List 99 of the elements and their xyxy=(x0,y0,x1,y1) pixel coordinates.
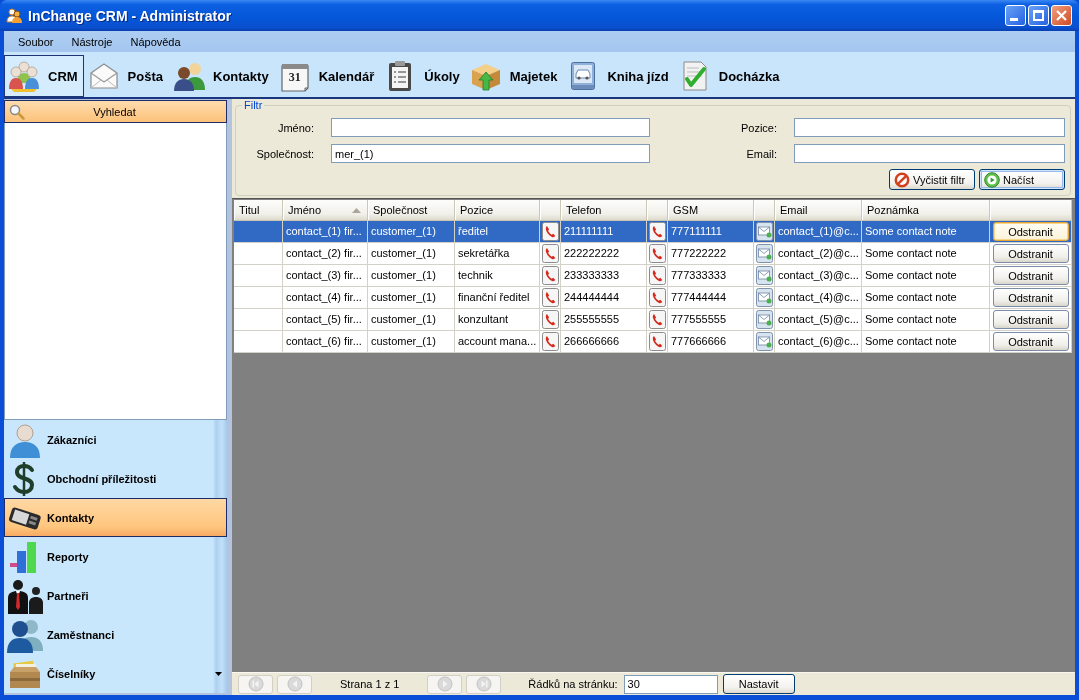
businessmen-icon xyxy=(7,577,43,614)
minimize-button[interactable] xyxy=(1005,5,1026,26)
person-icon xyxy=(7,421,43,458)
apply-button[interactable]: Nastavit xyxy=(722,674,795,694)
table-cell: Some contact note xyxy=(862,331,990,353)
phone-icon[interactable] xyxy=(541,222,559,241)
nav-item[interactable]: Číselníky xyxy=(4,654,227,693)
delete-button[interactable]: Odstranit xyxy=(992,332,1069,351)
skip-forward-icon xyxy=(475,676,492,692)
envelope-icon[interactable] xyxy=(755,222,773,241)
delete-button[interactable]: Odstranit xyxy=(992,288,1069,307)
table-row[interactable]: contact_(1) fir... customer_(1) ředitel 211111111 777111111 contact_(1)@c... Some contact note Odstranit xyxy=(234,221,1072,243)
envelope-icon[interactable] xyxy=(755,288,773,307)
table-row[interactable]: contact_(4) fir... customer_(1) finanční ředitel 244444444 777444444 contact_(4)@c... Some contact note Odstranit xyxy=(234,287,1072,309)
toolbar-button[interactable]: 31 Kalendář xyxy=(274,55,381,97)
table-cell: contact_(6)@c... xyxy=(775,331,862,353)
field-label: Pozice: xyxy=(739,121,777,134)
envelope-icon[interactable] xyxy=(755,332,773,351)
window-title: InChange CRM - Administrator xyxy=(28,7,233,24)
close-icon xyxy=(1056,10,1067,21)
toolbar-button[interactable]: CRM xyxy=(4,55,84,97)
delete-button[interactable]: Odstranit xyxy=(992,266,1069,285)
table-row[interactable]: contact_(5) fir... customer_(1) konzultant 255555555 777555555 contact_(5)@c... Some contact note Odstranit xyxy=(234,309,1072,331)
toolbar-button[interactable]: Úkoly xyxy=(380,55,466,97)
toolbar-button[interactable]: Majetek xyxy=(465,55,564,97)
column-header[interactable]: Titul xyxy=(234,200,283,220)
table-cell: 266666666 xyxy=(561,331,647,353)
field-label: Jméno: xyxy=(276,121,314,134)
toolbar-button[interactable]: Kniha jízd xyxy=(563,55,675,97)
rows-per-page-field[interactable]: 30 xyxy=(623,674,718,694)
text-field[interactable]: mer_(1) xyxy=(331,144,650,163)
table-cell: account mana... xyxy=(455,331,540,353)
search-icon xyxy=(9,103,25,120)
clear-filter-button[interactable]: Vyčistit filtr xyxy=(889,169,975,190)
nav-item[interactable]: Zaměstnanci xyxy=(4,615,227,654)
table-row[interactable]: contact_(3) fir... customer_(1) technik 233333333 777333333 contact_(3)@c... Some contact note Odstranit xyxy=(234,265,1072,287)
delete-button[interactable]: Odstranit xyxy=(992,310,1069,329)
table-cell: contact_(6) fir... xyxy=(283,331,368,353)
toolbar-button[interactable]: Pošta xyxy=(83,55,169,97)
people-group-icon xyxy=(8,60,40,92)
column-header[interactable]: Telefon xyxy=(561,200,647,220)
column-header[interactable]: Email xyxy=(775,200,862,220)
page-info: Strana 1 z 1 xyxy=(340,678,400,690)
maximize-icon xyxy=(1033,10,1044,21)
app-icon xyxy=(6,7,23,24)
phone-icon[interactable] xyxy=(541,310,559,329)
delete-button[interactable]: Odstranit xyxy=(992,244,1069,263)
menu-item[interactable]: Soubor xyxy=(11,35,61,48)
maximize-button[interactable] xyxy=(1028,5,1049,26)
people-icon xyxy=(173,60,205,92)
phone-icon[interactable] xyxy=(648,222,666,241)
nav-item[interactable]: Partneři xyxy=(4,576,227,615)
minimize-icon xyxy=(1010,18,1018,21)
phone-icon[interactable] xyxy=(648,332,666,351)
no-entry-icon xyxy=(894,171,910,188)
phone-icon[interactable] xyxy=(541,332,559,351)
load-button[interactable]: Načíst xyxy=(979,169,1065,190)
nav-item[interactable]: Zákazníci xyxy=(4,420,227,459)
skip-back-icon xyxy=(247,676,264,692)
field-label: Email: xyxy=(745,147,777,160)
phone-icon[interactable] xyxy=(648,266,666,285)
column-header[interactable]: Společnost xyxy=(368,200,455,220)
envelope-icon[interactable] xyxy=(755,310,773,329)
field-label: Společnost: xyxy=(255,147,314,160)
play-icon xyxy=(984,171,1000,188)
column-header[interactable]: Poznámka xyxy=(862,200,990,220)
phone-icon[interactable] xyxy=(648,288,666,307)
delete-button[interactable]: Odstranit xyxy=(992,222,1069,241)
calendar-date: 31 xyxy=(287,70,302,84)
text-field[interactable] xyxy=(794,144,1065,163)
phone-icon[interactable] xyxy=(541,244,559,263)
column-header[interactable]: Jméno xyxy=(283,200,368,220)
phone-icon[interactable] xyxy=(541,266,559,285)
phone-icon[interactable] xyxy=(648,310,666,329)
toolbar-button[interactable]: Kontakty xyxy=(169,55,275,97)
column-header[interactable]: Pozice xyxy=(455,200,540,220)
table-cell: 777666666 xyxy=(668,331,754,353)
column-header[interactable]: GSM xyxy=(668,200,754,220)
table-cell: customer_(1) xyxy=(368,331,455,353)
nav-item[interactable]: Obchodní příležitosti xyxy=(4,459,227,498)
menu-item[interactable]: Nápověda xyxy=(123,35,188,48)
scroll-down-icon[interactable] xyxy=(215,672,222,676)
text-field[interactable] xyxy=(794,118,1065,137)
table-row[interactable]: contact_(2) fir... customer_(1) sekretářka 222222222 777222222 contact_(2)@c... Some contact note Odstranit xyxy=(234,243,1072,265)
toolbar-button[interactable]: Docházka xyxy=(674,55,786,97)
phone-icon[interactable] xyxy=(541,288,559,307)
search-button[interactable]: Vyhledat xyxy=(4,100,227,123)
phone-icon[interactable] xyxy=(648,244,666,263)
close-button[interactable] xyxy=(1051,5,1072,26)
nav-item[interactable]: Kontakty xyxy=(4,498,227,537)
table-row[interactable]: contact_(6) fir... customer_(1) account mana... 266666666 777666666 contact_(6)@c... Some contact note Odstranit xyxy=(234,331,1072,353)
text-field[interactable] xyxy=(331,118,650,137)
menu-item[interactable]: Nástroje xyxy=(64,35,120,48)
envelope-icon[interactable] xyxy=(755,244,773,263)
sort-ascending-icon xyxy=(352,207,361,213)
group-title: Filtr xyxy=(243,99,264,111)
field-label: Řádků na stránku: xyxy=(528,678,618,690)
envelope-icon[interactable] xyxy=(755,266,773,285)
nav-item[interactable]: Reporty xyxy=(4,537,227,576)
